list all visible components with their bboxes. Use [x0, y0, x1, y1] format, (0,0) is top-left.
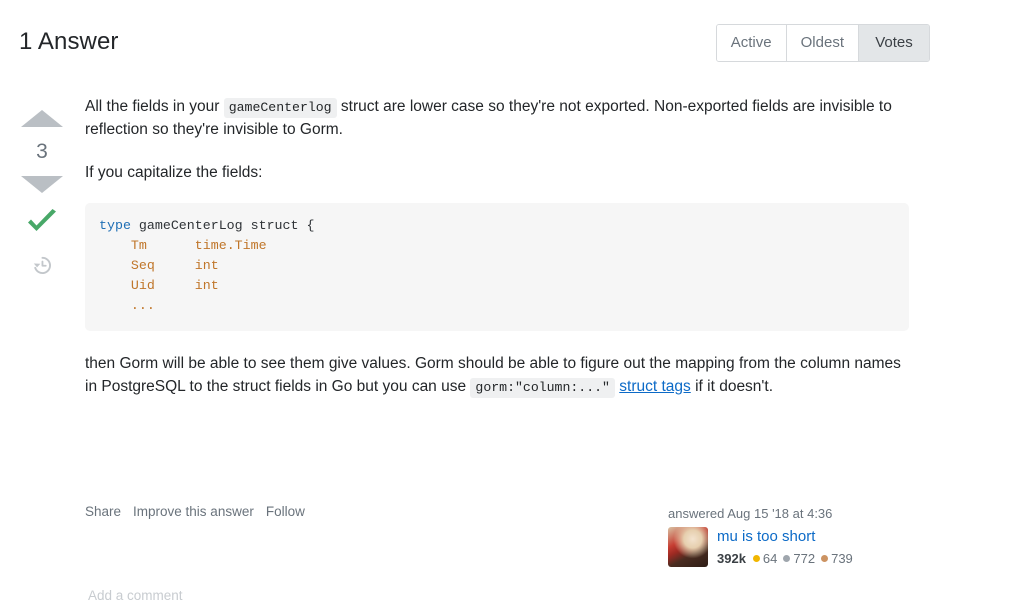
gold-badge-icon: [752, 555, 760, 562]
tab-active[interactable]: Active: [716, 25, 787, 61]
silver-badge-icon: [783, 555, 791, 562]
answered-timestamp: answered Aug 15 '18 at 4:36: [668, 506, 833, 521]
answerer-user-card: answered Aug 15 '18 at 4:36 mu is too sh…: [668, 506, 930, 567]
bronze-badge-count: 739: [831, 551, 853, 566]
code-field-type-3: int: [194, 277, 219, 293]
vote-count: 3: [36, 140, 48, 163]
clock-history-icon[interactable]: [16, 254, 68, 280]
code-field-name-3: Uid: [130, 277, 155, 293]
answers-header: 1 Answer Active Oldest Votes: [0, 18, 1023, 78]
reputation-row: 392k 64 772 739: [717, 551, 855, 566]
badge-bronze[interactable]: 739: [821, 551, 853, 566]
improve-answer-link[interactable]: Improve this answer: [133, 504, 254, 519]
code-field-name-2: Seq: [130, 257, 155, 273]
code-block: type gameCenterLog struct { Tm time.Time…: [85, 202, 909, 331]
triangle-up-icon[interactable]: [21, 110, 63, 127]
bronze-badge-icon: [821, 555, 829, 562]
answer-paragraph-1: All the fields in your gameCenterlog str…: [85, 96, 911, 142]
inline-code-gamecenterlog: gameCenterlog: [223, 98, 337, 118]
answer-sort-tabs: Active Oldest Votes: [715, 24, 930, 62]
answer-paragraph-2: If you capitalize the fields:: [85, 163, 263, 181]
badge-silver[interactable]: 772: [783, 551, 815, 566]
code-struct-decl: gameCenterLog struct {: [130, 217, 315, 233]
gold-badge-count: 64: [762, 551, 778, 566]
tab-votes[interactable]: Votes: [859, 25, 929, 61]
username-link[interactable]: mu is too short: [717, 528, 815, 546]
triangle-down-icon[interactable]: [21, 176, 63, 193]
answer-body: All the fields in your gameCenterlog str…: [85, 96, 911, 419]
paragraph-1-text-before: All the fields in your: [85, 98, 224, 115]
inline-code-gorm-column: gorm:"column:...": [470, 377, 615, 398]
badge-gold[interactable]: 64: [752, 551, 778, 566]
user-row: mu is too short 392k 64 772 739: [668, 527, 930, 567]
post-action-links: Share Improve this answer Follow: [85, 504, 305, 519]
tab-oldest[interactable]: Oldest: [786, 25, 859, 61]
reputation-score: 392k: [717, 551, 746, 566]
code-field-name-1: Tm: [130, 237, 147, 253]
code-ellipsis: ...: [130, 297, 155, 313]
answer-page: 1 Answer Active Oldest Votes 3 All the f…: [0, 0, 1023, 606]
code-field-type-2: int: [194, 257, 219, 273]
page-title: 1 Answer: [19, 28, 119, 55]
user-meta: mu is too short 392k 64 772 739: [717, 527, 855, 566]
answer-paragraph-3: then Gorm will be able to see them give …: [85, 353, 911, 399]
struct-tags-link[interactable]: struct tags: [619, 378, 691, 395]
share-link[interactable]: Share: [85, 504, 121, 519]
avatar[interactable]: [668, 527, 708, 567]
code-keyword-type: type: [99, 217, 131, 233]
paragraph-3-text-after: if it doesn't.: [690, 377, 774, 395]
add-comment-link[interactable]: Add a comment: [88, 588, 183, 603]
silver-badge-count: 772: [793, 551, 816, 566]
checkmark-icon[interactable]: [16, 208, 68, 240]
code-field-type-1: time.Time: [194, 237, 267, 253]
vote-cell: 3: [16, 96, 68, 280]
follow-link[interactable]: Follow: [266, 504, 305, 519]
